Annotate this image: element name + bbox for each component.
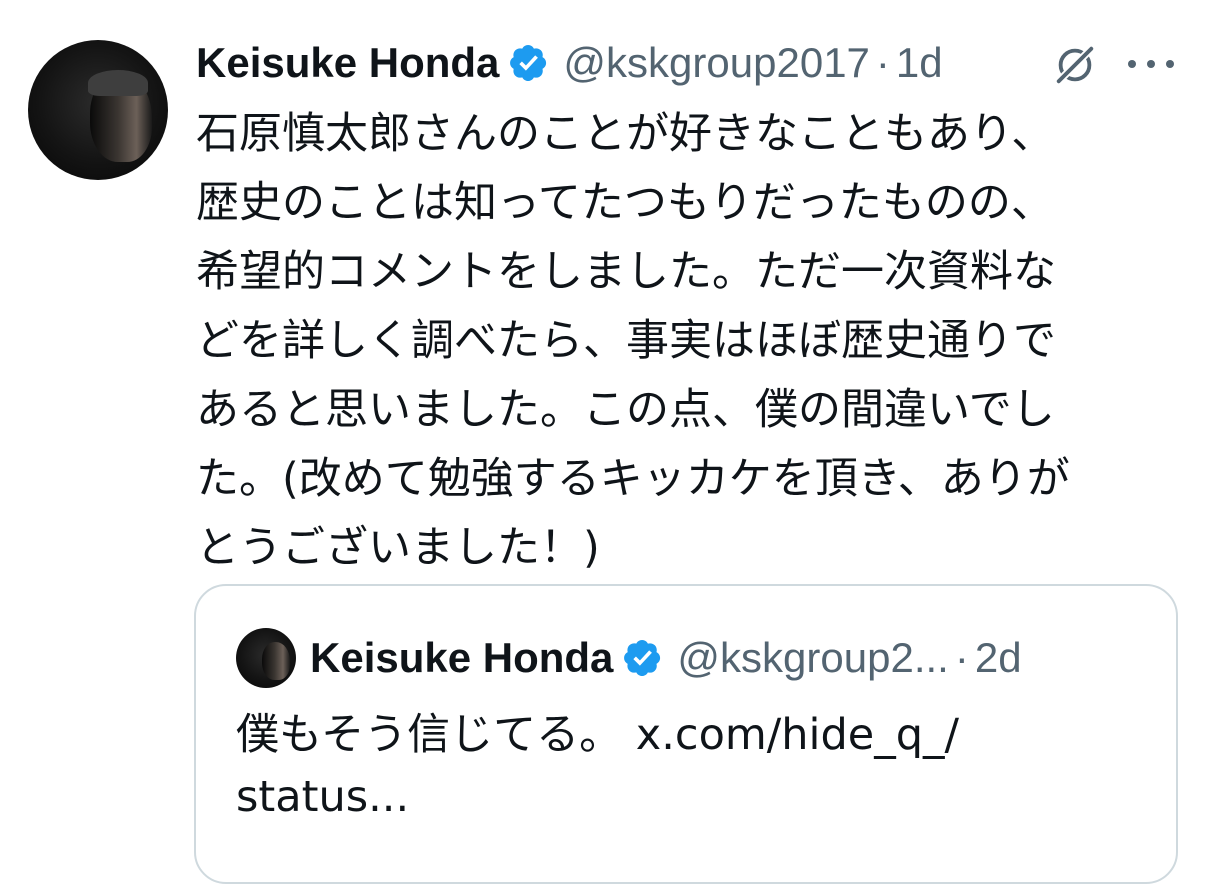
quoted-tweet-timestamp: 2d (974, 634, 1022, 681)
tweet-text-line: あると思いました。この点、僕の間違いでし (196, 385, 1055, 435)
verified-badge-icon (624, 640, 661, 676)
quoted-tweet-text: 僕もそう信じてる。 x.com/hide_q_/ status... (236, 704, 1156, 828)
quoted-author-name: Keisuke Honda (310, 634, 614, 681)
avatar-hair (88, 70, 148, 96)
author-avatar[interactable] (28, 40, 168, 180)
quoted-author-handle: @kskgroup2... (677, 634, 949, 681)
tweet-text-line: どを詳しく調べたら、事実はほぼ歴史通りで (196, 316, 1056, 366)
avatar-face (262, 642, 290, 680)
tweet-text-line: とうございました！) (196, 523, 600, 573)
tweet-text: 石原慎太郎さんのことが好きなこともあり、 歴史のことは知ってたつもりだったものの… (196, 100, 1171, 583)
quoted-tweet[interactable]: Keisuke Honda @kskgroup2... · 2d 僕もそう信じて… (194, 584, 1178, 884)
header-separator: · (954, 634, 969, 681)
header-separator: · (875, 39, 890, 86)
author-name[interactable]: Keisuke Honda (196, 39, 499, 87)
quoted-tweet-header: Keisuke Honda @kskgroup2... · 2d (310, 630, 1022, 686)
tweet-timestamp[interactable]: 1d (896, 39, 943, 87)
tweet-text-line: 石原慎太郎さんのことが好きなこともあり、 (196, 109, 1055, 159)
more-icon[interactable] (1128, 58, 1174, 70)
tweet-header: Keisuke Honda @kskgroup2017 · 1d (196, 36, 1186, 90)
more-dot (1166, 60, 1174, 68)
more-dot (1128, 60, 1136, 68)
author-handle[interactable]: @kskgroup2017 (563, 39, 870, 87)
verified-badge-icon[interactable] (509, 43, 549, 83)
quoted-author-avatar (236, 628, 296, 688)
quoted-text-line: 僕もそう信じてる。 x.com/hide_q_/ (236, 710, 959, 760)
tweet-text-line: た。(改めて勉強するキッカケを頂き、ありが (196, 454, 1070, 504)
quoted-text-line: status... (236, 772, 410, 822)
more-dot (1147, 60, 1155, 68)
tweet-text-line: 歴史のことは知ってたつもりだったものの、 (196, 178, 1054, 228)
grok-icon[interactable] (1052, 42, 1098, 88)
tweet-text-line: 希望的コメントをしました。ただ一次資料な (196, 247, 1056, 297)
